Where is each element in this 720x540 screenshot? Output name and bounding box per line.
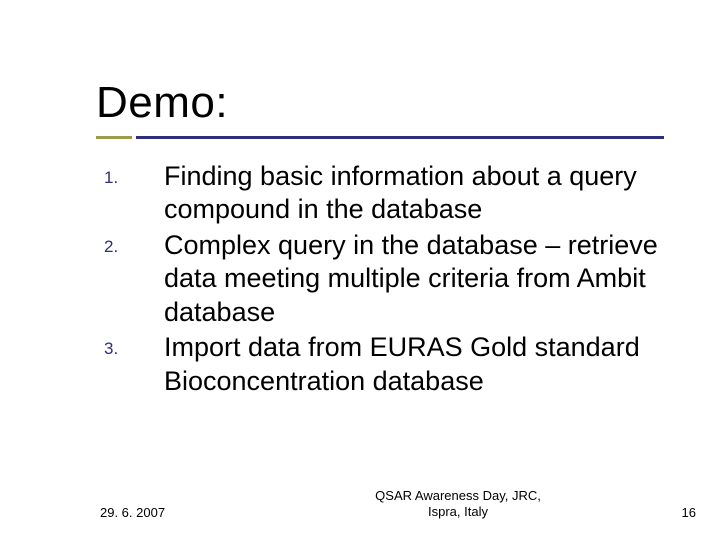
list-text: Import data from EURAS Gold standard Bio… — [164, 331, 660, 398]
title-area: Demo: — [96, 78, 660, 128]
list-item: 2. Complex query in the database – retri… — [104, 229, 660, 329]
list-item: 3. Import data from EURAS Gold standard … — [104, 331, 660, 398]
footer-date: 29. 6. 2007 — [100, 505, 290, 520]
underline-main — [136, 136, 664, 139]
footer: 29. 6. 2007 QSAR Awareness Day, JRC, Isp… — [0, 488, 720, 521]
slide-title: Demo: — [96, 78, 660, 128]
footer-venue: QSAR Awareness Day, JRC, Ispra, Italy — [290, 488, 626, 521]
numbered-list: 1. Finding basic information about a que… — [104, 160, 660, 398]
list-text: Complex query in the database – retrieve… — [164, 229, 660, 329]
content-area: 1. Finding basic information about a que… — [104, 160, 660, 400]
title-underline — [96, 136, 664, 140]
underline-accent — [96, 136, 132, 139]
list-marker: 2. — [104, 229, 164, 257]
footer-venue-line1: QSAR Awareness Day, JRC, — [375, 488, 541, 503]
list-item: 1. Finding basic information about a que… — [104, 160, 660, 227]
footer-venue-line2: Ispra, Italy — [428, 504, 488, 519]
footer-page-number: 16 — [626, 505, 696, 520]
list-text: Finding basic information about a query … — [164, 160, 660, 227]
list-marker: 3. — [104, 331, 164, 359]
list-marker: 1. — [104, 160, 164, 188]
slide: Demo: 1. Finding basic information about… — [0, 0, 720, 540]
